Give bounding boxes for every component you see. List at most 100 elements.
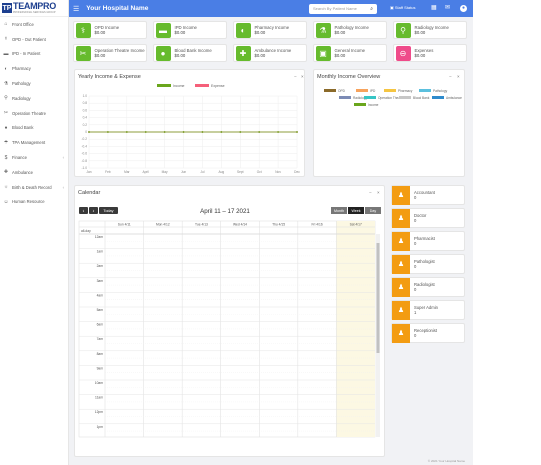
staff-count: 0 [414,333,417,338]
staff-count: 0 [414,195,417,200]
x-tick-label: Aug [219,170,225,174]
droplet-icon: ● [155,45,171,61]
microscope-icon: ⚲ [4,95,8,102]
sidebar-item-label: TPA Management [12,140,46,146]
day-header[interactable]: Mon 4/12 [156,223,170,227]
scrollbar-thumb[interactable] [376,243,380,353]
sidebar-item-finance[interactable]: $ Finance ‹ [0,150,68,165]
data-point[interactable] [144,131,147,133]
staff-status-link[interactable]: ▣ Staff Status [390,5,416,10]
time-label: 12pm [95,410,104,414]
data-point[interactable] [296,131,298,133]
income-card-value: $0.00 [254,53,266,58]
panel-title: Calendar [78,190,101,196]
data-point[interactable] [182,131,185,133]
sidebar-item-tpa-management[interactable]: ☂ TPA Management [0,135,68,150]
user-icon: ♟ [392,323,410,343]
staff-count: 0 [414,218,417,223]
calendar-range-title: April 11 – 17 2021 [200,208,250,215]
staff-card[interactable]: ♟ Receptionist 0 [391,323,465,343]
search-icon[interactable]: ⌕ [370,6,373,12]
user-icon[interactable]: ● [460,5,467,12]
droplet-icon: ● [4,124,8,131]
data-point[interactable] [258,131,261,133]
sidebar-item-birth-death-record[interactable]: ☼ Birth & Death Record ‹ [0,180,68,195]
sidebar-item-radiology[interactable]: ⚲ Radiology [0,91,68,106]
day-header[interactable]: Thu 4/15 [272,223,285,227]
data-point[interactable] [88,131,90,133]
day-header[interactable]: Sun 4/11 [118,223,131,227]
legend-label: Blood Bank [413,96,430,100]
sidebar-item-pharmacy[interactable]: ◐ Pharmacy [0,61,68,76]
close-button[interactable]: × [377,190,380,195]
data-point[interactable] [163,131,166,133]
income-card[interactable]: ▣ General Income $0.00 [313,44,387,62]
search-placeholder: Search By Patient Name [313,6,357,11]
sidebar-item-label: Birth & Death Record [12,184,52,190]
close-button[interactable]: × [301,74,304,79]
staff-card[interactable]: ♟ Super Admin 1 [391,300,465,320]
sidebar-item-label: OPD - Out Patient [12,36,46,42]
close-button[interactable]: × [457,74,460,79]
income-card[interactable]: ⚲ Radiology Income $0.00 [393,21,467,39]
sidebar-item-ipd-in-patient[interactable]: ▬ IPD - In Patient [0,47,68,62]
staff-card[interactable]: ♟ Accountant 0 [391,185,465,205]
data-point[interactable] [239,131,242,133]
sidebar-item-label: Operation Theatre [12,110,46,116]
data-point[interactable] [125,131,128,133]
time-label: 12am [95,235,104,239]
staff-card[interactable]: ♟ Doctor 0 [391,208,465,228]
collapse-button[interactable]: − [369,190,372,195]
income-card[interactable]: ◐ Pharmacy Income $0.00 [233,21,307,39]
income-card[interactable]: ▬ IPD Income $0.00 [153,21,227,39]
logo[interactable]: TP TEAMPRO PROFESSIONAL SERVICES GROUP [0,0,68,17]
collapse-button[interactable]: − [294,74,297,79]
user-icon: ♟ [392,277,410,297]
data-point[interactable] [277,131,279,133]
pill-icon: ◐ [4,65,8,72]
collapse-button[interactable]: − [449,74,452,79]
patient-search-input[interactable]: Search By Patient Name ⌕ [309,3,377,14]
income-card[interactable]: ✚ Ambulance Income $0.00 [233,44,307,62]
sidebar-item-operation-theatre[interactable]: ✂ Operation Theatre [0,106,68,121]
hamburger-icon[interactable]: ☰ [73,5,79,13]
day-header[interactable]: Fri 4/16 [312,223,323,227]
sidebar-item-human-resource[interactable]: ☺ Human Resource [0,195,68,210]
staff-card[interactable]: ♟ Pharmacist 0 [391,231,465,251]
staff-role: Doctor [414,212,427,218]
staff-count: 1 [414,310,417,315]
day-header[interactable]: Wed 4/14 [233,223,247,227]
income-card[interactable]: ⚕ OPD Income $0.00 [73,21,147,39]
staff-card[interactable]: ♟ Radiologist 0 [391,277,465,297]
time-label: 11am [95,396,103,400]
stethoscope-icon: ⚕ [75,22,91,38]
envelope-icon[interactable]: ✉ [445,4,450,11]
income-card-value: $0.00 [254,30,266,35]
sidebar-item-front-office[interactable]: ⌂ Front Office [0,17,68,32]
day-header[interactable]: Tue 4/13 [195,223,208,227]
income-card[interactable]: ● Blood Bank Income $0.00 [153,44,227,62]
calendar-icon[interactable]: ▦ [431,4,437,11]
income-card[interactable]: ⚗ Pathology Income $0.00 [313,21,387,39]
sidebar: TP TEAMPRO PROFESSIONAL SERVICES GROUP ⌂… [0,0,69,465]
bed-icon: ▬ [155,22,171,38]
y-tick-label: 1.0 [83,94,88,98]
legend-label: Income [368,103,379,107]
monthly-income-overview-panel: Monthly Income Overview − × OPD IPD Pharma… [313,69,465,177]
income-card[interactable]: ⊖ Expenses $0.00 [393,44,467,62]
sidebar-item-label: Human Resource [12,199,45,205]
sidebar-item-opd-out-patient[interactable]: ⚕ OPD - Out Patient [0,32,68,47]
sidebar-item-blood-bank[interactable]: ● Blood Bank [0,121,68,136]
sidebar-item-ambulance[interactable]: ✚ Ambulance [0,165,68,180]
staff-card[interactable]: ♟ Pathologist 0 [391,254,465,274]
sidebar-item-pathology[interactable]: ⚗ Pathology [0,76,68,91]
top-header: ☰ Your Hospital Name Search By Patient N… [69,0,473,17]
data-point[interactable] [107,131,109,133]
income-card[interactable]: ✂ Operation Theatre Income $0.00 [73,44,147,62]
day-header[interactable]: Sat 4/17 [350,223,362,227]
data-point[interactable] [201,131,204,133]
data-point[interactable] [220,131,223,133]
income-card-value: $0.00 [174,30,186,35]
legend-label: Pathology [433,89,448,93]
legend-swatch [339,96,351,99]
